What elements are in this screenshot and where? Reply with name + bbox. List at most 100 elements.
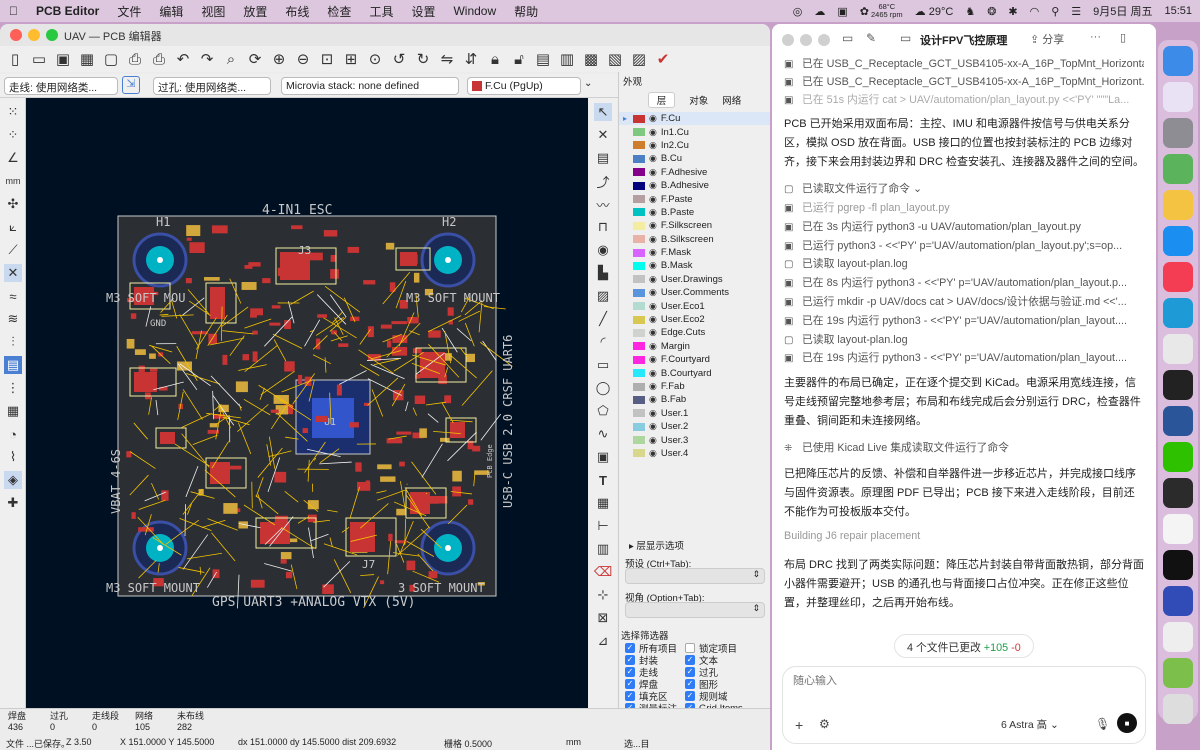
local-ratsnest-icon[interactable]: ✕ [594, 126, 612, 144]
measure-icon[interactable]: ⊿ [594, 632, 612, 650]
chatgpt-icon[interactable] [1163, 514, 1193, 544]
find-icon[interactable]: ⌕ [222, 50, 240, 68]
add-table-icon[interactable]: ▦ [594, 494, 612, 512]
track-outline-icon[interactable]: ▦ [4, 402, 22, 420]
layer-color-swatch[interactable] [633, 422, 645, 431]
layer-color-swatch[interactable] [633, 302, 645, 311]
eye-icon[interactable]: ◉ [649, 381, 657, 392]
chat-close-button[interactable] [782, 34, 794, 46]
eye-icon[interactable]: ◉ [649, 394, 657, 405]
active-layer-select[interactable]: F.Cu (PgUp) [467, 77, 581, 95]
draw-polygon-icon[interactable]: ⬠ [594, 402, 612, 420]
eye-icon[interactable]: ◉ [649, 274, 657, 285]
eye-icon[interactable]: ◉ [649, 234, 657, 245]
wechat-icon[interactable] [1163, 442, 1193, 472]
layer-color-swatch[interactable] [633, 436, 645, 445]
layer-color-swatch[interactable] [633, 342, 645, 351]
menu-file[interactable]: 文件 [108, 3, 150, 20]
layer-row[interactable]: ◉ B.Courtyard [619, 366, 770, 379]
chat-title[interactable]: 设计FPV飞控原理 [920, 32, 1030, 48]
tool-call-item[interactable]: ▣ 已在 19s 内运行 python3 - <<'PY' p='UAV/auto… [784, 312, 1144, 328]
print-icon[interactable]: ⎙ [126, 50, 144, 68]
cloud-icon[interactable]: ☁ [814, 5, 825, 18]
eye-icon[interactable]: ◉ [649, 220, 657, 231]
layer-row[interactable]: ◉ F.Paste [619, 192, 770, 205]
layer-row[interactable]: ◉ B.Cu [619, 152, 770, 165]
ungroup-icon[interactable]: ▥ [558, 50, 576, 68]
route-track-icon[interactable]: ⤴ [594, 172, 612, 190]
layer-row[interactable]: ◉ User.3 [619, 433, 770, 446]
close-window-button[interactable] [10, 29, 22, 41]
minimize-window-button[interactable] [28, 29, 40, 41]
layer-row[interactable]: ◉ User.Comments [619, 286, 770, 299]
filter-checkbox[interactable]: ✓ [625, 667, 635, 677]
panel-icon[interactable]: ▯ [1120, 31, 1126, 44]
add-zone-icon[interactable]: ▙ [594, 264, 612, 282]
layer-color-swatch[interactable] [633, 315, 645, 324]
layer-color-swatch[interactable] [633, 221, 645, 230]
word-icon[interactable] [1163, 406, 1193, 436]
auto-width-icon[interactable]: ⇲ [122, 76, 140, 94]
page-settings-icon[interactable]: ▢ [102, 50, 120, 68]
select-tool-icon[interactable]: ↖ [594, 103, 612, 121]
status-app-icon[interactable]: ▣ [837, 5, 847, 18]
add-via-icon[interactable]: ◉ [594, 241, 612, 259]
rotate-ccw-icon[interactable]: ↺ [390, 50, 408, 68]
zoom-selection-icon[interactable]: ⊙ [366, 50, 384, 68]
filter-checkbox[interactable]: ✓ [625, 691, 635, 701]
layer-row[interactable]: ◉ In1.Cu [619, 125, 770, 138]
eye-icon[interactable]: ◉ [649, 301, 657, 312]
terminal-icon[interactable] [1163, 478, 1193, 508]
eye-icon[interactable]: ◉ [649, 140, 657, 151]
tab-objects[interactable]: 对象 [689, 93, 708, 107]
layer-color-swatch[interactable] [633, 369, 645, 378]
finder-icon[interactable] [1163, 46, 1193, 76]
footprint-editor-icon[interactable]: ▩ [582, 50, 600, 68]
draw-rect-icon[interactable]: ▭ [594, 356, 612, 374]
tool-call-item[interactable]: ▣ 已在 3s 内运行 python3 -u UAV/automation/pla… [784, 218, 1144, 234]
zoom-window-button[interactable] [46, 29, 58, 41]
ratsnest-icon[interactable]: ⟋ [4, 241, 22, 259]
menu-help[interactable]: 帮助 [505, 3, 547, 20]
filter-checkbox[interactable]: ✓ [625, 679, 635, 689]
kicad-icon[interactable] [1163, 586, 1193, 616]
filter-checkbox[interactable] [685, 643, 695, 653]
tool-call-item[interactable]: ▣ 已运行 pgrep -fl plan_layout.py [784, 199, 1144, 215]
open-icon[interactable]: ▭ [30, 50, 48, 68]
chat-minimize-button[interactable] [800, 34, 812, 46]
delete-tool-icon[interactable]: ⌫ [594, 563, 612, 581]
tool-call-item[interactable]: ▣ 已在 19s 内运行 python3 - <<'PY' p='UAV/auto… [784, 349, 1144, 365]
layer-row[interactable]: ▸ ◉ F.Cu [619, 112, 770, 126]
chat-zoom-button[interactable] [818, 34, 830, 46]
layer-color-swatch[interactable] [633, 235, 645, 244]
filter-checkbox[interactable]: ✓ [685, 655, 695, 665]
edge-icon[interactable] [1163, 298, 1193, 328]
grid-origin-icon[interactable]: ⊠ [594, 609, 612, 627]
chatgpt-status-icon[interactable]: ◎ [793, 5, 803, 18]
filter-checkbox[interactable]: ✓ [625, 655, 635, 665]
zoom-objects-icon[interactable]: ⊞ [342, 50, 360, 68]
chat-input[interactable] [793, 675, 1093, 687]
filter-item[interactable]: ✓ 规则域 [685, 690, 765, 703]
new-board-icon[interactable]: ▯ [6, 50, 24, 68]
layer-color-swatch[interactable] [633, 154, 645, 163]
filter-checkbox[interactable]: ✓ [685, 667, 695, 677]
filter-item[interactable]: ✓ 文本 [685, 654, 765, 667]
clock[interactable]: 15:51 [1164, 5, 1192, 17]
eye-icon[interactable]: ◉ [649, 247, 657, 258]
redo-icon[interactable]: ↷ [198, 50, 216, 68]
layer-manager-icon[interactable]: ◈ [4, 471, 22, 489]
mirror-h-icon[interactable]: ⇋ [438, 50, 456, 68]
add-attachment-icon[interactable]: + [795, 717, 803, 733]
eye-icon[interactable]: ◉ [649, 207, 657, 218]
board-setup-icon[interactable]: ▦ [78, 50, 96, 68]
layer-row[interactable]: ◉ User.Drawings [619, 273, 770, 286]
properties-icon[interactable]: ✚ [4, 494, 22, 512]
filter-checkbox[interactable]: ✓ [685, 691, 695, 701]
eye-icon[interactable]: ◉ [649, 421, 657, 432]
apple-icon[interactable]:  [0, 4, 27, 18]
zoom-fit-icon[interactable]: ⊡ [318, 50, 336, 68]
menu-preferences[interactable]: 设置 [402, 3, 444, 20]
eye-icon[interactable]: ◉ [649, 194, 657, 205]
footprint-browser-icon[interactable]: ▧ [606, 50, 624, 68]
